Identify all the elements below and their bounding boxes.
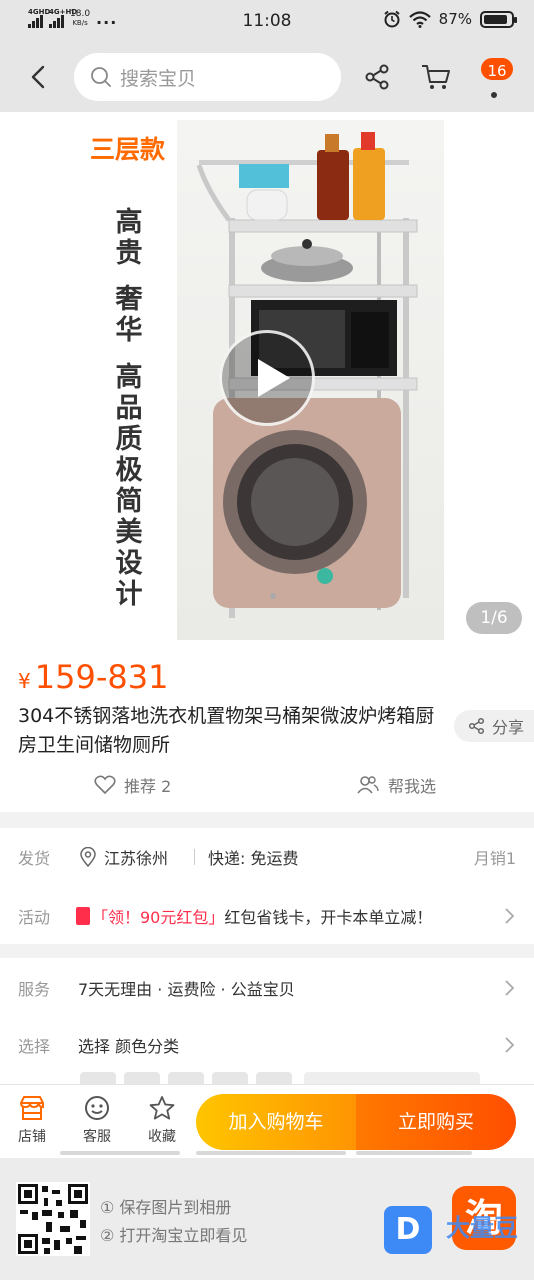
cart-icon[interactable] — [420, 62, 452, 92]
customer-service-label: 客服 — [83, 1129, 111, 1145]
people-icon — [357, 776, 379, 794]
customer-service-button[interactable]: 客服 — [67, 1095, 127, 1146]
star-icon — [149, 1096, 175, 1120]
promo-text: 「领！90元红包」 红包省钱卡，开卡本单立减！ — [76, 904, 432, 928]
scroll-hint-bar — [356, 1151, 472, 1155]
shipping-divider — [194, 849, 195, 865]
qr-code — [16, 1182, 90, 1256]
shipping-location: 江苏徐州 — [80, 845, 168, 869]
favorite-label: 收藏 — [148, 1129, 176, 1145]
step-open-taobao: ② 打开淘宝立即看见 — [100, 1226, 248, 1245]
select-value: 选择 颜色分类 — [78, 1037, 180, 1056]
status-right: 87% — [383, 10, 517, 28]
chevron-right-icon — [505, 1037, 515, 1053]
d-app-logo: D — [384, 1206, 432, 1254]
red-packet-icon — [76, 907, 90, 925]
promo-tag: 「领！90元红包」 — [92, 908, 225, 927]
promo-desc: 红包省钱卡，开卡本单立减！ — [224, 908, 433, 927]
share-footer: ① 保存图片到相册 ② 打开淘宝立即看见 D 淘 大量豆 — [0, 1158, 534, 1280]
image-pager: 1/6 — [466, 602, 522, 634]
bottom-action-bar: 店铺 客服 收藏 加入购物车 立即购买 — [0, 1084, 534, 1156]
slogan-vertical-1: 高贵 — [115, 207, 143, 269]
help-me-choose-button[interactable]: 帮我选 — [356, 773, 436, 797]
monthly-sales: 月销1 — [473, 849, 516, 868]
heart-icon — [94, 775, 116, 795]
scroll-hint-bar — [196, 1151, 346, 1155]
step-save-image: ① 保存图片到相册 — [100, 1198, 232, 1217]
location-pin-icon — [80, 847, 96, 867]
shop-label: 店铺 — [18, 1129, 46, 1145]
chevron-right-icon — [505, 908, 515, 924]
price-range: 159-831 — [34, 658, 169, 696]
chevron-right-icon — [505, 980, 515, 996]
shop-icon — [20, 1096, 44, 1120]
back-arrow-icon[interactable] — [24, 62, 54, 92]
activity-key: 活动 — [18, 908, 51, 927]
shipping-row: 发货 江苏徐州 快递: 免运费 月销1 — [0, 829, 534, 885]
help-label: 帮我选 — [388, 777, 437, 796]
search-icon — [91, 67, 111, 87]
search-input[interactable]: 搜索宝贝 — [74, 53, 341, 101]
section-divider — [0, 812, 534, 828]
alarm-icon — [384, 10, 400, 28]
recommend-button[interactable]: 推荐 2 — [94, 773, 171, 797]
chat-face-icon — [85, 1096, 109, 1120]
watermark-text: 大量豆 — [446, 1214, 518, 1242]
message-count-badge[interactable]: 16 — [479, 56, 515, 82]
style-label: 三层款 — [90, 135, 166, 164]
search-placeholder: 搜索宝贝 — [120, 67, 197, 90]
shipping-key: 发货 — [18, 849, 51, 868]
currency-symbol: ¥ — [18, 669, 31, 693]
select-row[interactable]: 选择 选择 颜色分类 — [0, 1017, 534, 1073]
favorite-button[interactable]: 收藏 — [132, 1095, 192, 1146]
buy-now-button[interactable]: 立即购买 — [356, 1094, 516, 1150]
share-button[interactable]: 分享 — [454, 710, 534, 742]
share-label: 分享 — [492, 718, 525, 737]
product-gallery[interactable]: 三层款 高贵 奢华 高品质极简美设计 1/6 — [0, 112, 534, 648]
express-fee: 快递: 免运费 — [208, 849, 299, 868]
share-icon[interactable] — [362, 62, 392, 92]
section-divider-2 — [0, 944, 534, 958]
select-key: 选择 — [18, 1037, 51, 1056]
battery-percent: 87% — [438, 10, 472, 28]
scroll-hint-bar — [60, 1151, 180, 1155]
battery-icon — [480, 10, 517, 28]
status-bar: 4GHD 4G+HD 18.0 KB/s ··· 11:08 87% — [0, 0, 534, 42]
slogan-vertical-3: 高品质极简美设计 — [115, 362, 143, 610]
top-nav: 搜索宝贝 — [0, 42, 534, 112]
play-video-button[interactable] — [219, 330, 315, 426]
service-value: 7天无理由 · 运费险 · 公益宝贝 — [78, 980, 295, 999]
wifi-icon — [408, 10, 431, 28]
recommend-label: 推荐 2 — [124, 777, 172, 796]
price: ¥159-831 — [18, 658, 168, 696]
activity-row[interactable]: 活动 「领！90元红包」 红包省钱卡，开卡本单立减！ — [0, 888, 534, 944]
service-key: 服务 — [18, 980, 51, 999]
add-to-cart-button[interactable]: 加入购物车 — [196, 1094, 356, 1150]
slogan-vertical-2: 奢华 — [115, 284, 143, 346]
service-row[interactable]: 服务 7天无理由 · 运费险 · 公益宝贝 — [0, 960, 534, 1016]
share-small-icon — [468, 717, 485, 735]
location-text: 江苏徐州 — [104, 849, 169, 868]
product-title: 304不锈钢落地洗衣机置物架马桶架微波炉烤箱厨房卫生间储物厕所 — [18, 705, 435, 756]
shop-button[interactable]: 店铺 — [2, 1095, 62, 1146]
